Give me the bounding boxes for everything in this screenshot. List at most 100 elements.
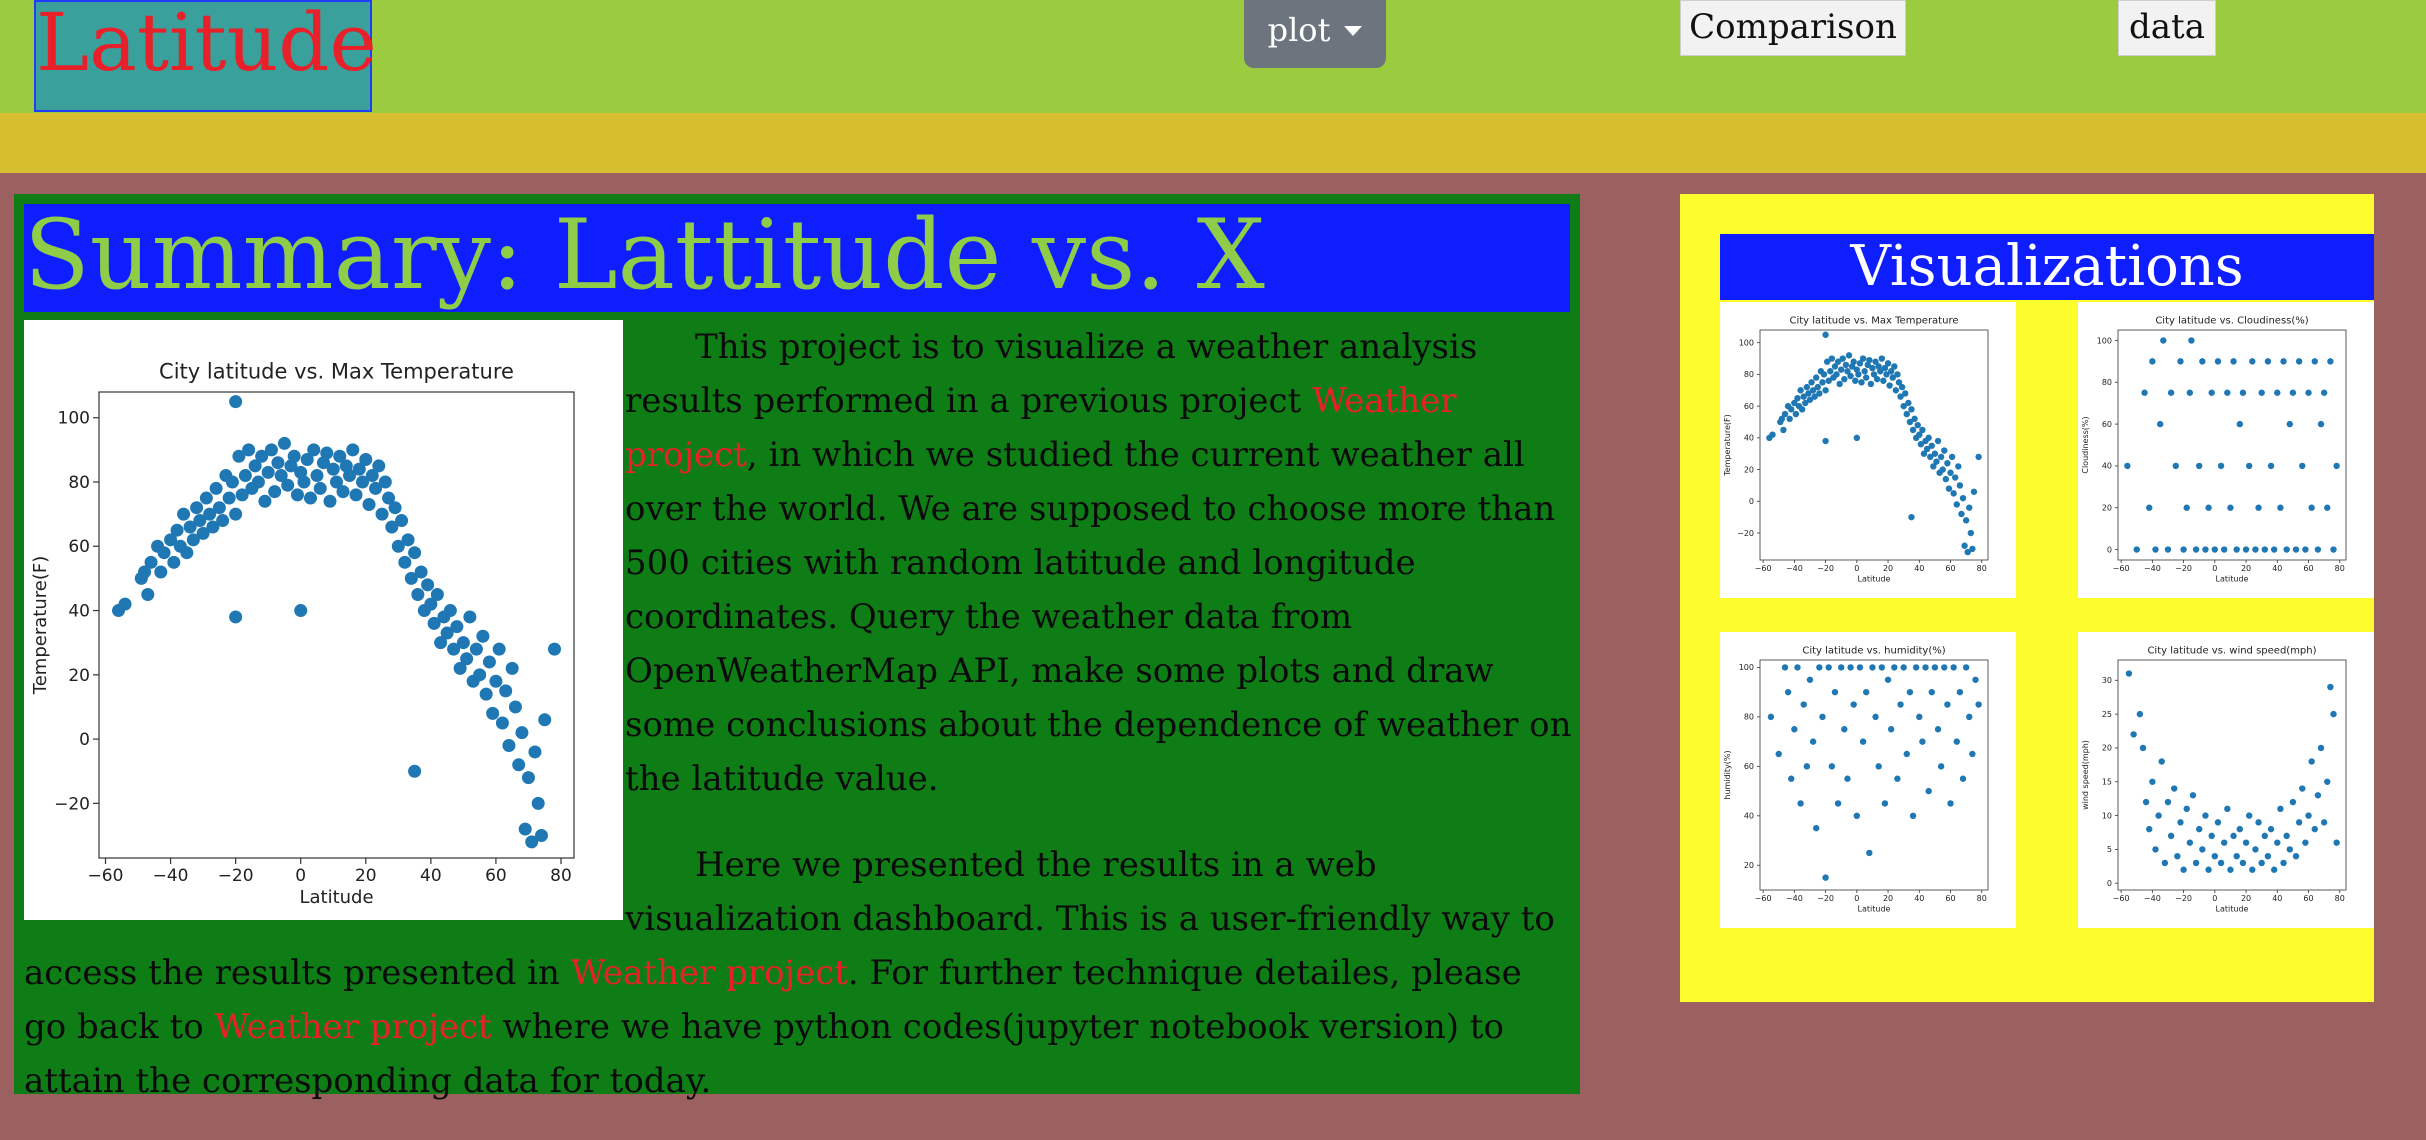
data-point [281, 478, 295, 492]
data-point [1831, 688, 1839, 696]
data-point [421, 578, 435, 592]
data-point [2180, 866, 2187, 873]
data-point [1788, 775, 1795, 782]
data-point [2205, 866, 2212, 873]
data-point [505, 661, 519, 675]
y-tick-label: 60 [2102, 420, 2112, 429]
data-point [2214, 819, 2222, 826]
data-point [411, 587, 425, 601]
data-point [2330, 710, 2337, 718]
data-point [2227, 866, 2234, 873]
thumbnail-wind-speed[interactable]: −60 −40 −20 0 20 40 60 80 0 5 10 15 20 25 30 City latit… [2078, 632, 2374, 928]
data-point [2333, 462, 2340, 470]
y-tick-label: 40 [2102, 462, 2112, 471]
data-point [264, 443, 278, 457]
data-point [2295, 819, 2303, 826]
data-point [1922, 664, 1929, 671]
data-point [1956, 482, 1964, 489]
data-point [1791, 726, 1798, 733]
data-point [1786, 415, 1793, 423]
data-point [199, 491, 213, 505]
max-temperature-chart-image[interactable]: −60 −40 −20 0 20 40 60 80 −20 0 20 40 60 80 100 City la… [24, 320, 623, 920]
x-tick-label: 40 [1914, 894, 1924, 903]
data-point [2280, 358, 2287, 365]
x-tick-label: 20 [1883, 894, 1893, 903]
weather-project-link[interactable]: Weather project [214, 1007, 491, 1047]
x-tick-label: 0 [2212, 894, 2217, 903]
data-point [2220, 546, 2228, 553]
data-point [1884, 360, 1892, 367]
data-point [2245, 812, 2253, 819]
data-point [1925, 787, 1932, 795]
data-link[interactable]: data [2118, 0, 2216, 56]
y-tick-label: 15 [2102, 778, 2112, 787]
data-point [1838, 664, 1845, 671]
data-point [1969, 545, 1976, 553]
data-point [2156, 420, 2164, 428]
comparison-link[interactable]: Comparison [1680, 0, 1906, 56]
data-point [303, 491, 317, 505]
x-tick-label: 40 [420, 866, 442, 886]
y-tick-label: 0 [79, 730, 90, 750]
data-point [2261, 832, 2268, 840]
data-point [1950, 664, 1957, 671]
data-point [1841, 726, 1848, 733]
data-point [167, 555, 181, 569]
data-point [2270, 546, 2278, 553]
thumbnail-max-temperature[interactable]: −60 −40 −20 0 20 40 60 80 −20 0 20 40 60 80 100 City la… [1720, 302, 2016, 598]
data-point [2172, 462, 2179, 470]
data-point [170, 523, 184, 537]
weather-project-link[interactable]: Weather project [571, 953, 848, 993]
data-point [258, 494, 272, 508]
data-point [2146, 825, 2153, 833]
data-point [1948, 453, 1956, 461]
data-point [1958, 510, 1965, 518]
data-point [495, 716, 509, 730]
y-tick-label: 10 [2102, 811, 2112, 820]
y-axis-label: humidity(%) [1723, 750, 1732, 799]
brand-link[interactable]: Latitude [34, 0, 377, 112]
data-point [1822, 437, 1829, 445]
summary-panel: Summary: Lattitude vs. X −60 −40 −20 0 20 40 6… [14, 194, 1580, 1101]
data-point [1847, 664, 1854, 671]
data-point [1931, 664, 1939, 671]
data-point [1892, 387, 1900, 394]
y-tick-label: 40 [1744, 434, 1754, 443]
data-point [2177, 358, 2184, 365]
data-point [1866, 849, 1873, 857]
data-point [2289, 389, 2297, 396]
data-point [1912, 664, 1920, 671]
plot-dropdown-button[interactable]: plot [1244, 0, 1386, 68]
thumbnail-humidity[interactable]: −60 −40 −20 0 20 40 60 80 20 40 60 80 100 City latitu… [1720, 632, 2016, 928]
x-axis-label: Latitude [2216, 904, 2249, 913]
data-point [456, 636, 470, 650]
data-point [1794, 395, 1801, 402]
data-point [1908, 406, 1915, 413]
y-tick-label: 0 [1749, 497, 1754, 506]
data-point [1800, 701, 1807, 708]
data-point [1767, 713, 1775, 721]
data-point [1909, 426, 1917, 434]
y-tick-label: 100 [1739, 663, 1754, 672]
data-point [229, 395, 243, 409]
caret-down-icon [1344, 25, 1363, 36]
data-point [362, 497, 376, 511]
data-point [1861, 368, 1868, 375]
data-point [2299, 785, 2306, 792]
data-point [2174, 852, 2181, 860]
data-point [1902, 390, 1909, 397]
thumbnail-cloudiness[interactable]: −60 −40 −20 0 20 40 60 80 0 20 40 60 80 100 City latit… [2078, 302, 2374, 598]
data-point [313, 481, 327, 495]
data-point [2302, 839, 2309, 846]
y-tick-label: 30 [2102, 676, 2112, 685]
data-point [1916, 713, 1923, 721]
data-point [378, 475, 392, 489]
data-point [2314, 792, 2322, 799]
data-point [1781, 410, 1789, 418]
data-point [1939, 466, 1946, 473]
data-point [1937, 453, 1945, 461]
data-point [2192, 546, 2200, 553]
data-point [287, 449, 301, 463]
x-tick-label: −40 [1786, 564, 1803, 573]
data-point [1852, 377, 1859, 384]
